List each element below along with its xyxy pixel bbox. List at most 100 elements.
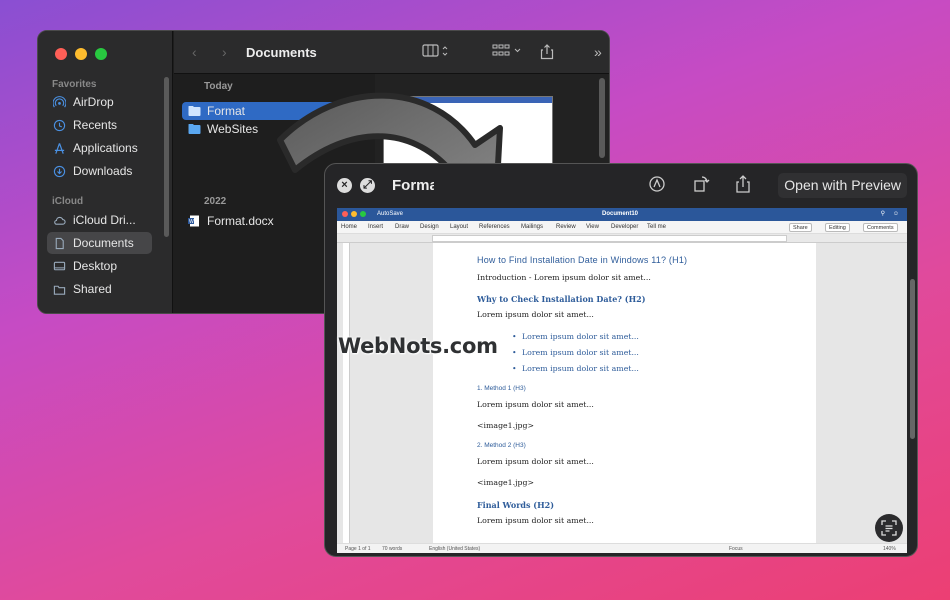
paragraph: Lorem ipsum dolor sit amet... — [477, 310, 594, 319]
quicklook-scrollbar[interactable] — [910, 279, 915, 439]
cloud-icon — [54, 216, 66, 225]
sidebar-item-shared[interactable]: Shared — [47, 278, 152, 300]
heading-3-method-2: 2. Method 2 (H3) — [477, 442, 526, 449]
sidebar-item-downloads[interactable]: Downloads — [47, 160, 152, 182]
sidebar-item-label: Shared — [73, 282, 112, 296]
finder-sidebar: Favorites AirDrop Recents Applications D… — [38, 31, 173, 313]
file-name: WebSites — [207, 122, 259, 136]
folder-icon — [188, 106, 201, 116]
word-document-title: Document10 — [602, 211, 639, 217]
file-name: Format — [207, 104, 246, 118]
sidebar-item-applications[interactable]: Applications — [47, 137, 152, 159]
tab-design: Design — [420, 224, 439, 230]
paragraph: Lorem ipsum dolor sit amet... — [477, 457, 594, 466]
image-placeholder: <image1.jpg> — [477, 421, 535, 430]
tab-review: Review — [556, 224, 576, 230]
view-columns-icon[interactable] — [422, 44, 450, 61]
icloud-section-label: iCloud — [52, 196, 84, 207]
window-controls — [55, 48, 107, 60]
quicklook-window: × ⤢ Format Open with Preview AutoSave Do… — [324, 163, 918, 557]
sidebar-item-icloud-drive[interactable]: iCloud Dri... — [47, 209, 152, 231]
intro-paragraph: Introduction - Lorem ipsum dolor sit ame… — [477, 273, 651, 282]
share-icon[interactable] — [540, 44, 554, 63]
live-text-button[interactable] — [875, 514, 903, 542]
heading-3-method-1: 1. Method 1 (H3) — [477, 385, 526, 392]
minimize-button[interactable] — [75, 48, 87, 60]
word-document-icon: W — [188, 215, 199, 227]
share-button: Share — [789, 223, 812, 232]
sidebar-item-recents[interactable]: Recents — [47, 114, 152, 136]
sidebar-scrollbar[interactable] — [164, 77, 169, 237]
markup-icon[interactable] — [648, 175, 666, 198]
open-with-preview-button[interactable]: Open with Preview — [778, 173, 907, 198]
sidebar-item-label: Documents — [73, 236, 134, 250]
sidebar-item-label: iCloud Dri... — [73, 213, 136, 227]
group-label-2022: 2022 — [204, 196, 227, 207]
tab-view: View — [586, 224, 599, 230]
tab-references: References — [479, 224, 510, 230]
favorites-section-label: Favorites — [52, 79, 97, 90]
word-ribbon-tabs: Home Insert Draw Design Layout Reference… — [337, 221, 907, 234]
more-toolbar-icon[interactable]: » — [594, 44, 602, 60]
word-status-bar: Page 1 of 1 70 words English (United Sta… — [337, 543, 907, 553]
tab-layout: Layout — [450, 224, 469, 230]
horizontal-ruler — [337, 234, 907, 243]
close-icon[interactable]: × — [337, 178, 352, 193]
image-placeholder: <image1.jpg> — [477, 478, 535, 487]
quicklook-header: × ⤢ Format Open with Preview — [325, 164, 917, 208]
fullscreen-icon[interactable]: ⤢ — [360, 178, 375, 193]
rotate-icon[interactable] — [692, 175, 710, 198]
share-icon[interactable] — [735, 175, 751, 198]
bullet-item: Lorem ipsum dolor sit amet... — [512, 364, 639, 373]
shared-folder-icon — [53, 285, 66, 295]
sidebar-item-documents[interactable]: Documents — [47, 232, 152, 254]
tab-developer: Developer — [611, 224, 639, 230]
sidebar-item-label: Downloads — [73, 164, 133, 178]
paragraph: Lorem ipsum dolor sit amet... — [477, 400, 594, 409]
finder-toolbar: ‹ › Documents » — [174, 31, 609, 74]
preview-scrollbar[interactable] — [599, 78, 605, 158]
focus-mode: Focus — [729, 546, 743, 552]
text-scan-icon — [881, 520, 897, 536]
word-document-preview: AutoSave Document10 ⚲ ☺ Home Insert Draw… — [337, 208, 907, 553]
tab-draw: Draw — [395, 224, 410, 230]
quicklook-title: Format — [392, 177, 434, 194]
forward-icon[interactable]: › — [222, 44, 227, 60]
tab-insert: Insert — [368, 224, 384, 230]
page-count: Page 1 of 1 — [345, 546, 371, 552]
svg-text:W: W — [189, 219, 194, 225]
autosave-label: AutoSave — [377, 211, 404, 217]
sidebar-item-label: Recents — [73, 118, 118, 132]
zoom-button[interactable] — [95, 48, 107, 60]
back-icon[interactable]: ‹ — [192, 44, 197, 60]
desktop-icon — [53, 261, 66, 270]
heading-2-why: Why to Check Installation Date? (H2) — [477, 294, 646, 304]
sidebar-item-desktop[interactable]: Desktop — [47, 255, 152, 277]
tab-home: Home — [341, 224, 358, 230]
tell-me-field: Tell me — [647, 224, 667, 230]
close-button[interactable] — [55, 48, 67, 60]
language: English (United States) — [429, 546, 481, 552]
bullet-item: Lorem ipsum dolor sit amet... — [512, 348, 639, 357]
group-by-icon[interactable] — [492, 44, 524, 61]
heading-2-final: Final Words (H2) — [477, 500, 555, 510]
clock-icon — [53, 119, 66, 131]
heading-1: How to Find Installation Date in Windows… — [477, 255, 688, 265]
finder-title: Documents — [246, 45, 317, 60]
tab-mailings: Mailings — [521, 224, 544, 230]
sidebar-item-label: Applications — [73, 141, 138, 155]
word-document-area: How to Find Installation Date in Windows… — [337, 243, 907, 543]
sidebar-item-label: Desktop — [73, 259, 118, 273]
download-icon — [53, 165, 66, 177]
bullet-item: Lorem ipsum dolor sit amet... — [512, 332, 639, 341]
editing-button: Editing — [825, 223, 850, 232]
word-count: 70 words — [382, 546, 403, 552]
airdrop-icon — [53, 95, 66, 107]
search-icon: ⚲ — [880, 211, 885, 217]
vertical-ruler — [343, 243, 350, 543]
document-icon — [55, 237, 64, 249]
document-page: How to Find Installation Date in Windows… — [433, 243, 816, 543]
profile-icon: ☺ — [892, 211, 899, 217]
sidebar-item-label: AirDrop — [73, 95, 114, 109]
sidebar-item-airdrop[interactable]: AirDrop — [47, 91, 152, 113]
